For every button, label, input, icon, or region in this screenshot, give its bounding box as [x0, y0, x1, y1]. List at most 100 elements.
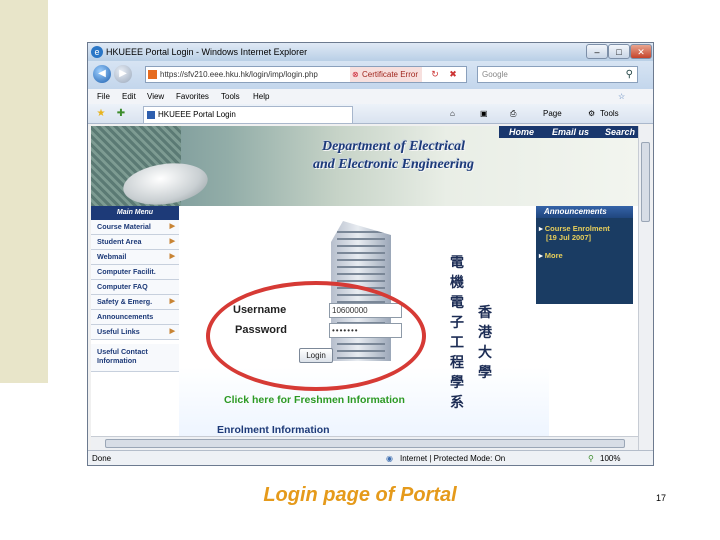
chinese-char: 子	[450, 315, 464, 331]
horizontal-scrollbar[interactable]	[91, 436, 638, 450]
more-label: More	[544, 251, 563, 260]
tab-row: ★ ✚ HKUEEE Portal Login ⌂ ▣ ⎙ Page ⚙ Too…	[88, 104, 653, 124]
address-bar[interactable]: https://sfv210.eee.hku.hk/login/imp/logi…	[145, 66, 467, 83]
arrow-right-icon: ▶	[169, 298, 175, 305]
bullet-icon: ▸	[539, 224, 543, 233]
announcement-date: [19 Jul 2007]	[546, 233, 592, 242]
arrow-right-icon: ▶	[169, 223, 175, 230]
menu-item-computer-faq[interactable]: Computer FAQ	[91, 280, 179, 295]
chinese-char: 港	[478, 325, 492, 341]
maximize-button[interactable]: □	[608, 44, 630, 59]
menu-help[interactable]: Help	[253, 89, 269, 104]
chinese-char: 程	[450, 355, 464, 371]
close-button[interactable]: ✕	[630, 44, 652, 59]
print-icon[interactable]: ⎙	[510, 104, 516, 124]
menu-item-course-material[interactable]: Course Material ▶	[91, 220, 179, 235]
menu-item-useful-links[interactable]: Useful Links ▶	[91, 325, 179, 340]
zoom-level[interactable]: 100%	[600, 451, 620, 465]
search-box[interactable]: Google ⚲	[477, 66, 638, 83]
menu-item-label: Computer Facilit.	[97, 267, 156, 276]
department-title: Department of Electrical and Electronic …	[313, 138, 474, 174]
search-icon[interactable]: ⚲	[626, 67, 633, 82]
highlight-ellipse	[206, 281, 426, 391]
chinese-char: 機	[450, 275, 464, 291]
menu-tools[interactable]: Tools	[221, 89, 240, 104]
arrow-right-icon: ▶	[169, 328, 175, 335]
globe-icon: ◉	[386, 454, 393, 463]
chinese-char: 大	[478, 345, 492, 361]
tab-favicon-icon	[147, 111, 155, 119]
tab-portal-login[interactable]: HKUEEE Portal Login	[143, 106, 353, 123]
department-line-2: and Electronic Engineering	[313, 157, 475, 172]
top-nav: Home Email us Search	[499, 126, 638, 138]
nav-home-link[interactable]: Home	[509, 126, 534, 138]
refresh-icon[interactable]: ↻	[428, 67, 442, 82]
menu-item-label: Course Material	[97, 222, 151, 231]
browser-window: e HKUEEE Portal Login - Windows Internet…	[87, 42, 654, 466]
menu-item-label: Announcements	[97, 312, 154, 321]
back-button[interactable]: ◀	[93, 65, 111, 83]
zone-status: Internet | Protected Mode: On	[400, 454, 506, 463]
menu-item-computer-facilities[interactable]: Computer Facilit.	[91, 265, 179, 280]
feeds-icon[interactable]: ▣	[480, 104, 488, 124]
chinese-char: 香	[478, 305, 492, 321]
stop-icon[interactable]: ✖	[446, 67, 460, 82]
announcements-more-link[interactable]: ▸ More	[539, 251, 563, 260]
enrolment-heading[interactable]: Enrolment Information	[217, 424, 330, 436]
announcements-title: Announcements	[536, 206, 633, 218]
links-icon[interactable]: ☆	[618, 89, 625, 104]
title-bar: e HKUEEE Portal Login - Windows Internet…	[88, 43, 653, 61]
window-title: HKUEEE Portal Login - Windows Internet E…	[106, 47, 308, 57]
main-menu-header: Main Menu	[91, 206, 179, 220]
arrow-right-icon: ▶	[169, 238, 175, 245]
menu-view[interactable]: View	[147, 89, 164, 104]
menu-item-announcements[interactable]: Announcements	[91, 310, 179, 325]
menu-file[interactable]: File	[97, 89, 110, 104]
add-favorite-icon[interactable]: ✚	[114, 107, 128, 121]
chinese-char: 電	[450, 255, 464, 271]
minimize-button[interactable]: –	[586, 44, 608, 59]
menu-item-webmail[interactable]: Webmail ▶	[91, 250, 179, 265]
nav-search-link[interactable]: Search	[605, 126, 635, 138]
announcement-item[interactable]: ▸ Course Enrolment [19 Jul 2007]	[539, 224, 610, 242]
menu-favorites[interactable]: Favorites	[176, 89, 209, 104]
status-text: Done	[92, 454, 112, 463]
menu-item-label: Useful Links	[97, 327, 140, 336]
chinese-char: 電	[450, 295, 464, 311]
menu-edit[interactable]: Edit	[122, 89, 136, 104]
vertical-scrollbar[interactable]	[638, 126, 652, 451]
chinese-char: 工	[450, 335, 464, 351]
gear-icon: ⚙	[588, 109, 596, 118]
address-text: https://sfv210.eee.hku.hk/login/imp/logi…	[160, 70, 318, 79]
bullet-icon: ▸	[539, 251, 543, 260]
search-placeholder: Google	[482, 70, 508, 79]
department-line-1: Department of Electrical	[321, 139, 466, 154]
menu-item-useful-contact[interactable]: Useful Contact Information	[91, 344, 179, 372]
forward-button[interactable]: ▶	[114, 65, 132, 83]
tools-menu[interactable]: Tools	[600, 104, 619, 124]
page-number: 17	[656, 493, 667, 503]
chinese-char: 系	[450, 395, 464, 411]
menu-item-label: Student Area	[97, 237, 142, 246]
address-row: ◀ ▶ https://sfv210.eee.hku.hk/login/imp/…	[88, 61, 653, 89]
menu-item-safety[interactable]: Safety & Emerg. ▶	[91, 295, 179, 310]
chinese-char: 學	[478, 365, 492, 381]
zoom-icon: ⚲	[588, 454, 594, 463]
menu-item-student-area[interactable]: Student Area ▶	[91, 235, 179, 250]
scroll-thumb[interactable]	[641, 142, 650, 222]
freshmen-info-link[interactable]: Click here for Freshmen Information	[224, 394, 405, 406]
arrow-right-icon: ▶	[169, 253, 175, 260]
menu-item-label: Webmail	[97, 252, 127, 261]
slide-caption: Login page of Portal	[263, 484, 457, 506]
certificate-error-button[interactable]: Certificate Error	[349, 67, 422, 82]
web-page: Department of Electrical and Electronic …	[91, 126, 638, 436]
announcements-panel: Announcements ▸ Course Enrolment [19 Jul …	[536, 206, 633, 304]
slide-side-bar	[0, 0, 48, 383]
tab-title: HKUEEE Portal Login	[158, 110, 236, 119]
menu-bar: File Edit View Favorites Tools Help ☆	[88, 89, 653, 104]
home-icon[interactable]: ⌂	[450, 104, 455, 124]
nav-email-link[interactable]: Email us	[552, 126, 589, 138]
page-menu[interactable]: Page	[543, 104, 562, 124]
favorites-star-icon[interactable]: ★	[94, 107, 108, 121]
scroll-thumb[interactable]	[105, 439, 625, 448]
